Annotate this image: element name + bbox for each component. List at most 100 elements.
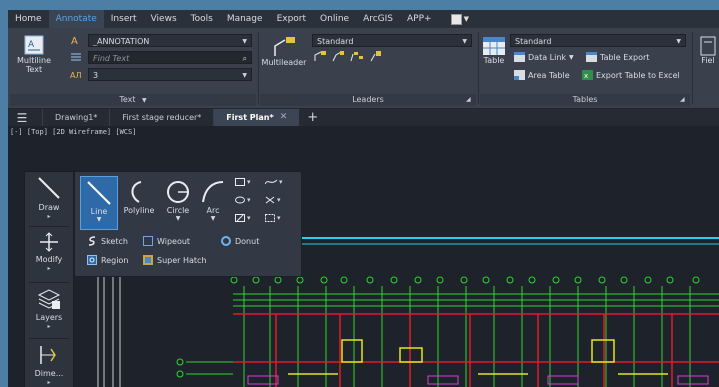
menu-tools[interactable]: Tools: [184, 10, 220, 28]
area-table-label: Area Table: [528, 70, 570, 80]
chevron-down-icon: ▸: [47, 323, 51, 330]
circle-button[interactable]: Circle ▼: [161, 176, 195, 228]
table-style-value: Standard: [515, 37, 552, 46]
leader-style-value: Standard: [317, 37, 354, 46]
rectangle-icon: [235, 178, 245, 186]
panel-divider: [258, 32, 259, 104]
export-table-excel-button[interactable]: x Export Table to Excel: [582, 70, 680, 80]
menu-icon[interactable]: ☰: [8, 111, 36, 125]
table-export-icon: [586, 52, 597, 62]
find-icon-wrap: [70, 52, 82, 62]
polyline-button[interactable]: Polyline: [119, 176, 159, 228]
circle-icon: [167, 181, 189, 203]
ellipse-icon: [235, 196, 245, 204]
window-icon: [450, 13, 462, 25]
move-icon: [40, 232, 58, 252]
drawing-canvas[interactable]: [-] [Top] [2D Wireframe] [WCS] Draw ▸ Mo…: [8, 126, 719, 387]
sketch-icon: [88, 236, 96, 246]
close-icon[interactable]: ✕: [280, 109, 288, 126]
donut-label: Donut: [235, 236, 260, 246]
data-link-button[interactable]: Data Link ▼: [514, 52, 574, 62]
menu-export[interactable]: Export: [270, 10, 313, 28]
chevron-down-icon: ▾: [277, 196, 281, 204]
menu-home[interactable]: Home: [8, 10, 49, 28]
arc-button[interactable]: Arc ▼: [197, 176, 229, 228]
multiline-text-label-2: Text: [25, 65, 43, 74]
region-icon: [87, 255, 97, 265]
region-button[interactable]: Region: [87, 255, 128, 265]
wipeout-button[interactable]: Wipeout: [143, 236, 190, 246]
text-style-combo[interactable]: _ANNOTATION ▼: [88, 34, 252, 47]
workspace-switch-button[interactable]: ▼: [450, 13, 469, 25]
point-icon: [265, 196, 275, 204]
chevron-down-icon: ▼: [242, 72, 247, 79]
spline-tool[interactable]: ▾: [265, 178, 283, 186]
palette-draw[interactable]: Draw ▸: [25, 172, 73, 225]
palette-modify-label: Modify: [35, 255, 63, 264]
text-height-combo[interactable]: 3 ▼: [88, 68, 252, 81]
leaders-panel-title-label: Leaders: [352, 95, 384, 104]
export-table-excel-label: Export Table to Excel: [596, 70, 680, 80]
find-text-input[interactable]: Find Text ⌕: [88, 51, 252, 64]
leader-style-combo[interactable]: Standard ▼: [312, 34, 472, 47]
panel-divider: [692, 32, 693, 104]
palette-layers-label: Layers: [35, 313, 63, 322]
boundary-tool[interactable]: ▾: [265, 214, 281, 222]
collect-leader-icon[interactable]: [370, 51, 382, 62]
super-hatch-button[interactable]: Super Hatch: [143, 255, 207, 265]
table-button[interactable]: Table: [480, 36, 508, 65]
line-button[interactable]: Line ▼: [80, 176, 118, 230]
table-export-button[interactable]: Table Export: [586, 52, 649, 62]
multileader-button[interactable]: Multileader: [260, 36, 308, 67]
menu-online[interactable]: Online: [313, 10, 356, 28]
leaders-panel-title: Leaders: [260, 94, 476, 106]
wipeout-icon: [143, 236, 153, 246]
tab-first-plan[interactable]: First Plan* ✕: [213, 109, 300, 126]
field-button[interactable]: Fiel: [696, 36, 719, 65]
text-style-value: _ANNOTATION: [93, 37, 150, 46]
menu-manage[interactable]: Manage: [220, 10, 270, 28]
tab-label: Drawing1*: [55, 113, 98, 122]
chevron-down-icon: ▾: [247, 214, 251, 222]
sketch-button[interactable]: Sketch: [87, 236, 128, 246]
table-label: Table: [483, 56, 505, 65]
tab-first-stage-reducer[interactable]: First stage reducer*: [109, 109, 213, 126]
draw-line-icon: [38, 177, 60, 199]
tab-label: First Plan*: [226, 113, 274, 122]
area-table-button[interactable]: Area Table: [514, 70, 570, 80]
palette-dimension-label: Dime...: [34, 369, 64, 378]
chevron-down-icon: ▼: [242, 38, 247, 45]
multiline-text-button[interactable]: A Multiline Text: [12, 34, 56, 74]
add-leader-icon[interactable]: [314, 51, 326, 62]
line-label: Line: [90, 207, 108, 216]
menu-insert[interactable]: Insert: [104, 10, 144, 28]
menu-arcgis[interactable]: ArcGIS: [356, 10, 400, 28]
menu-app-plus[interactable]: APP+: [400, 10, 439, 28]
palette-layers[interactable]: Layers ▸: [25, 284, 73, 337]
document-tab-bar: ☰ Drawing1* First stage reducer* First P…: [8, 109, 719, 126]
palette-dimension[interactable]: Dime... ▸: [25, 340, 73, 387]
point-tool[interactable]: ▾: [265, 196, 281, 204]
text-panel-title[interactable]: Text ▼: [10, 94, 256, 106]
ellipse-tool[interactable]: ▾: [235, 196, 251, 204]
table-style-combo[interactable]: Standard ▼: [510, 34, 686, 47]
rectangle-tool[interactable]: ▾: [235, 178, 251, 186]
chevron-down-icon: ▸: [47, 265, 51, 272]
align-leader-icon[interactable]: [350, 51, 364, 62]
panel-divider: [478, 32, 479, 104]
donut-button[interactable]: Donut: [221, 236, 259, 246]
new-tab-button[interactable]: +: [299, 110, 326, 125]
panel-expand-icon[interactable]: ◢: [466, 96, 471, 103]
palette-modify[interactable]: Modify ▸: [25, 228, 73, 281]
field-icon: [700, 36, 716, 56]
menu-annotate[interactable]: Annotate: [48, 10, 104, 28]
tab-drawing1[interactable]: Drawing1*: [42, 109, 109, 126]
hatch-tool[interactable]: ▾: [235, 214, 251, 222]
chevron-down-icon: ▾: [277, 214, 281, 222]
menu-views[interactable]: Views: [144, 10, 184, 28]
chevron-down-icon: ▼: [175, 215, 181, 222]
text-panel-title-label: Text: [119, 95, 136, 104]
remove-leader-icon[interactable]: [332, 51, 344, 62]
panel-expand-icon[interactable]: ◢: [680, 96, 685, 103]
svg-text:x: x: [584, 72, 588, 80]
